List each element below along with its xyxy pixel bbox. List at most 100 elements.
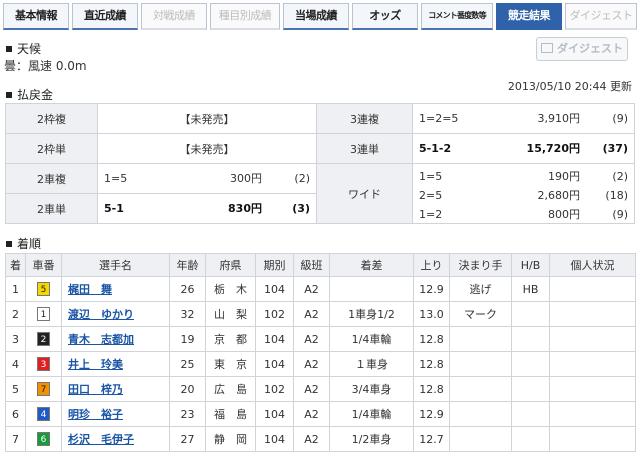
tab-venue-results[interactable]: 当場成績 xyxy=(283,3,349,30)
tab-digest: ダイジェスト xyxy=(565,3,637,30)
racer-name-cell: 青木 志都加 xyxy=(61,326,170,352)
racer-class: A2 xyxy=(293,426,330,452)
popularity: (37) xyxy=(602,142,628,155)
popularity: (9) xyxy=(612,208,628,221)
finish-position: 6 xyxy=(5,401,26,427)
racer-class: A2 xyxy=(293,301,330,327)
payout-label-nishafuku: 2車複 xyxy=(5,163,98,194)
table-row: 1 5 梶田 舞 26 栃 木 104 A2 12.9 逃げ HB xyxy=(5,276,636,302)
finish-position: 1 xyxy=(5,276,26,302)
racer-prefecture: 栃 木 xyxy=(205,276,256,302)
updated-timestamp: 2013/05/10 20:44 更新 xyxy=(507,80,632,93)
col-kimarite: 決まり手 xyxy=(449,253,512,277)
hb-mark xyxy=(511,351,550,377)
margin: 3/4車身 xyxy=(329,376,414,402)
personal-status xyxy=(549,426,636,452)
tab-race-result[interactable]: 競走結果 xyxy=(496,3,562,30)
tab-basic-info[interactable]: 基本情報 xyxy=(3,3,69,30)
last-lap-time: 12.7 xyxy=(413,426,450,452)
finish-position: 4 xyxy=(5,351,26,377)
video-icon xyxy=(541,43,553,53)
payout-cell-wide: 1=5 190円 (2) 2=5 2,680円 (18) 1=2 800円 (9) xyxy=(412,163,635,224)
racer-name-link[interactable]: 梶田 舞 xyxy=(68,283,112,296)
racer-name-link[interactable]: 杉沢 毛伊子 xyxy=(68,433,134,446)
hb-mark xyxy=(511,426,550,452)
popularity: (9) xyxy=(612,112,628,125)
payout-value-waku-fuku: 【未発売】 xyxy=(97,103,317,134)
finish-position: 2 xyxy=(5,301,26,327)
last-lap-time: 13.0 xyxy=(413,301,450,327)
racer-age: 27 xyxy=(169,426,206,452)
hb-mark xyxy=(511,376,550,402)
racer-name-link[interactable]: 田口 梓乃 xyxy=(68,383,123,396)
payout-label-waku-fuku: 2枠複 xyxy=(5,103,98,134)
car-number-cell: 3 xyxy=(25,351,62,377)
racer-prefecture: 山 梨 xyxy=(205,301,256,327)
tab-bar: 基本情報 直近成績 対戦成績 種目別成績 当場成績 オッズ コメント番度数等 競… xyxy=(0,0,640,33)
payout-table: 2枠複 【未発売】 3連複 1=2=5 3,910円 (9) 2枠単 【未発売】… xyxy=(5,103,635,224)
combo: 5-1-2 xyxy=(419,142,452,155)
winning-move xyxy=(449,426,512,452)
tab-comment-stats[interactable]: コメント番度数等 xyxy=(421,3,493,30)
bullet-square-icon xyxy=(6,92,12,98)
car-number-cell: 1 xyxy=(25,301,62,327)
payout-heading: 払戻金 xyxy=(6,86,53,103)
car-number-cell: 4 xyxy=(25,401,62,427)
racer-prefecture: 京 都 xyxy=(205,326,256,352)
finish-position: 5 xyxy=(5,376,26,402)
racer-name-cell: 梶田 舞 xyxy=(61,276,170,302)
col-name: 選手名 xyxy=(61,253,170,277)
margin xyxy=(329,276,414,302)
car-number-cell: 5 xyxy=(25,276,62,302)
racer-class: A2 xyxy=(293,401,330,427)
hb-mark xyxy=(511,301,550,327)
yen: 830円 xyxy=(228,202,262,215)
winning-move xyxy=(449,351,512,377)
digest-button-label: ダイジェスト xyxy=(557,42,623,55)
payout-label-wide: ワイド xyxy=(316,163,413,224)
tab-odds[interactable]: オッズ xyxy=(352,3,418,30)
results-heading: 着順 xyxy=(6,235,41,252)
col-pos: 着 xyxy=(5,253,26,277)
car-number-cell: 7 xyxy=(25,376,62,402)
racer-name-link[interactable]: 青木 志都加 xyxy=(68,333,134,346)
racer-age: 25 xyxy=(169,351,206,377)
racer-class: A2 xyxy=(293,351,330,377)
winning-move: 逃げ xyxy=(449,276,512,302)
racer-age: 23 xyxy=(169,401,206,427)
car-number-cell: 2 xyxy=(25,326,62,352)
popularity: (18) xyxy=(605,189,628,202)
margin: 1/2車身 xyxy=(329,426,414,452)
racer-class: A2 xyxy=(293,276,330,302)
combo: 1=5 xyxy=(419,170,443,183)
margin: １車身 xyxy=(329,351,414,377)
racer-class: A2 xyxy=(293,376,330,402)
personal-status xyxy=(549,401,636,427)
table-row: 2 1 渡辺 ゆかり 32 山 梨 102 A2 1車身1/2 13.0 マーク xyxy=(5,301,636,327)
racer-age: 20 xyxy=(169,376,206,402)
racer-name-link[interactable]: 明珍 裕子 xyxy=(68,408,123,421)
weather-heading-label: 天候 xyxy=(17,42,42,56)
winning-move: マーク xyxy=(449,301,512,327)
margin: 1車身1/2 xyxy=(329,301,414,327)
col-diff: 着差 xyxy=(329,253,414,277)
col-age: 年齢 xyxy=(169,253,206,277)
combo: 5-1 xyxy=(104,202,124,215)
table-row: 4 3 井上 玲美 25 東 京 104 A2 １車身 12.8 xyxy=(5,351,636,377)
margin: 1/4車輪 xyxy=(329,401,414,427)
racer-name-link[interactable]: 井上 玲美 xyxy=(68,358,123,371)
table-row: 7 6 杉沢 毛伊子 27 静 岡 104 A2 1/2車身 12.7 xyxy=(5,426,636,452)
last-lap-time: 12.9 xyxy=(413,276,450,302)
car-number-badge: 4 xyxy=(37,407,50,421)
payout-label-nishatan: 2車単 xyxy=(5,193,98,224)
racer-prefecture: 静 岡 xyxy=(205,426,256,452)
payout-label-sanrenpuku: 3連複 xyxy=(316,103,413,134)
last-lap-time: 12.8 xyxy=(413,376,450,402)
personal-status xyxy=(549,326,636,352)
racer-term: 102 xyxy=(255,376,294,402)
yen: 300円 xyxy=(230,172,262,185)
tab-recent-results[interactable]: 直近成績 xyxy=(72,3,138,30)
yen: 15,720円 xyxy=(526,142,580,155)
racer-name-link[interactable]: 渡辺 ゆかり xyxy=(68,308,134,321)
table-row: 5 7 田口 梓乃 20 広 島 102 A2 3/4車身 12.8 xyxy=(5,376,636,402)
